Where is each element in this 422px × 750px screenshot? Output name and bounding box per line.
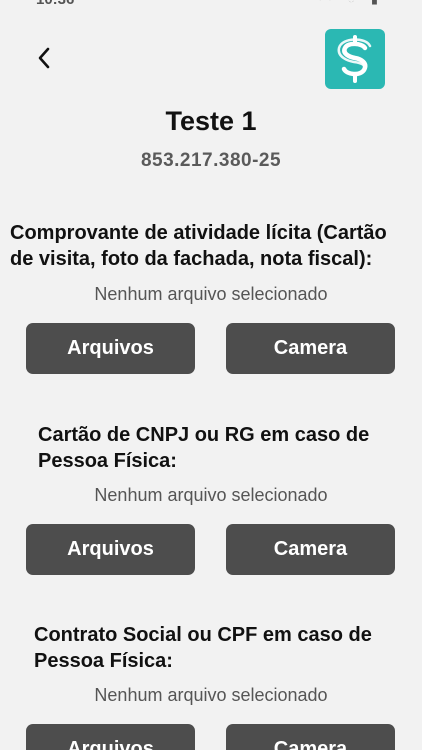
status-bar: 10:36 ∙∙ ◔ ▮ [0, 0, 422, 10]
camera-button[interactable]: Camera [226, 323, 395, 374]
document-id: 853.217.380-25 [140, 150, 282, 171]
camera-button[interactable]: Camera [226, 724, 395, 750]
status-icons: ∙∙ ◔ ▮ [319, 0, 384, 7]
page-title: Teste 1 [165, 106, 257, 136]
file-status: Nenhum arquivo selecionado [94, 284, 328, 304]
files-button[interactable]: Arquivos [26, 323, 195, 374]
section-label-contract-cpf: Contrato Social ou CPF em caso de Pessoa… [34, 624, 372, 672]
file-status: Nenhum arquivo selecionado [94, 485, 328, 505]
file-status: Nenhum arquivo selecionado [94, 685, 328, 705]
files-button[interactable]: Arquivos [26, 724, 195, 750]
files-button[interactable]: Arquivos [26, 524, 195, 575]
status-time: 10:36 [36, 0, 74, 8]
section-label-activity-proof: Comprovante de atividade lícita (Cartão … [10, 222, 387, 270]
chevron-left-icon [38, 47, 50, 69]
camera-button[interactable]: Camera [226, 524, 395, 575]
dollar-s-icon [337, 35, 372, 83]
section-label-cnpj-rg: Cartão de CNPJ ou RG em caso de Pessoa F… [38, 424, 370, 472]
back-button[interactable] [30, 40, 58, 76]
app-logo [325, 29, 385, 89]
